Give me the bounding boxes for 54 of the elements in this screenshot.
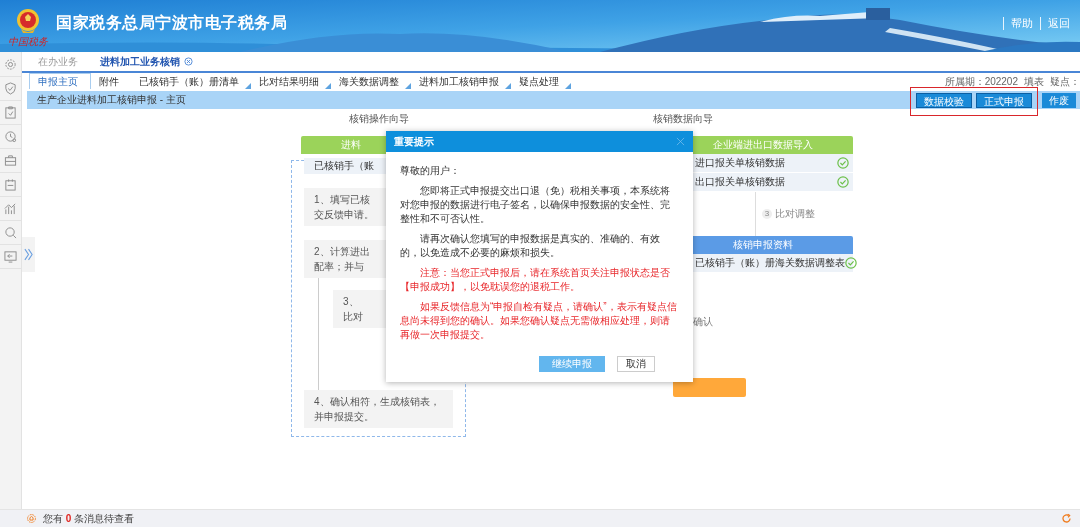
row-label: 进口报关单核销数据 [695,156,785,170]
chart-icon[interactable] [4,202,17,215]
search-icon[interactable] [4,226,17,239]
refresh-icon[interactable] [1061,513,1072,524]
dialog-button[interactable]: 取消 [617,356,655,372]
dialog-title: 重要提示 [394,134,434,149]
clipboard-check-icon[interactable] [4,106,17,119]
period-info: 所属期：202202 [944,75,1018,89]
gear-icon[interactable] [4,58,17,71]
close-icon[interactable] [184,57,193,66]
step-label: 比对调整 [775,207,815,221]
notice-paragraph: 请再次确认您填写的申报数据是真实的、准确的、有效的，以免造成不必要的麻烦和损失。 [400,232,661,260]
page-tab[interactable]: 进料加工业务核销 [92,52,207,71]
sub-tab[interactable]: 进料加工核销申报 [411,74,511,89]
guide-title: 核销数据向导 [653,112,714,126]
close-icon[interactable] [676,137,685,146]
sub-tab[interactable]: 海关数据调整 [331,74,411,89]
notice-paragraph: 如果反馈信息为“申报自检有疑点，请确认”，表示有疑点信息尚未得到您的确认。如果您确认疑点无需做相应处理，则请再做一次申报提交。 [400,300,678,342]
message-text: 您有 0 条消息待查看 [43,511,135,526]
briefcase-icon[interactable] [4,154,17,167]
site-title: 国家税务总局宁波市电子税务局 [56,12,287,33]
sub-tab[interactable]: 比对结果明细 [251,74,331,89]
bell-icon [26,513,37,524]
shield-check-icon[interactable] [4,82,17,95]
notice-paragraph: 注意：当您正式申报后，请在系统首页关注申报状态是否【申报成功】，以免耽误您的退税工作。 [400,266,671,294]
row-label: 出口报关单核销数据 [695,175,785,189]
calendar-icon[interactable] [4,178,17,191]
action-button[interactable]: 数据校验 [916,92,972,108]
action-button[interactable]: 作废 [1042,92,1076,108]
step-text: 比对 [343,310,363,324]
row-label: 已核销手（账）册海关数据调整表 [695,256,845,270]
sub-tab[interactable]: 申报主页 [29,73,91,89]
step-text: 4、确认相符，生成核销表，并申报提交。 [314,395,441,424]
logo-caption: 中国税务 [8,35,48,47]
sub-tab[interactable]: 附件 [91,74,131,89]
action-button[interactable]: 正式申报 [976,92,1032,108]
page-title: 生产企业进料加工核销申报 - 主页 [37,93,186,107]
sub-tab[interactable]: 已核销手（账）册清单 [131,74,251,89]
period-info: 填表 [1024,75,1044,89]
step-text: 1、填写已核 [314,193,370,207]
step-text: 交反馈申请。 [314,208,374,222]
sub-tab[interactable]: 疑点处理 [511,74,571,89]
confirm-label: 确认 [693,316,713,327]
clock-badge-icon[interactable] [4,130,17,143]
action-bar[interactable] [673,378,746,397]
expand-toggle[interactable] [22,237,35,272]
notice-paragraph: 您即将正式申报提交出口退（免）税相关事项，本系统将对您申报的数据进行电子签名，以确保申报数据的安全性、完整性和不可否认性。 [400,184,671,226]
step-text: 2、计算进出 [314,245,370,259]
period-info: 疑点： [1050,75,1080,89]
step-text: 配率；并与 [314,260,364,274]
step-number: 3 [762,209,772,219]
double-chevron-icon [24,248,33,261]
step-text: 3、 [343,295,359,309]
guide-title: 核销操作向导 [348,112,409,126]
